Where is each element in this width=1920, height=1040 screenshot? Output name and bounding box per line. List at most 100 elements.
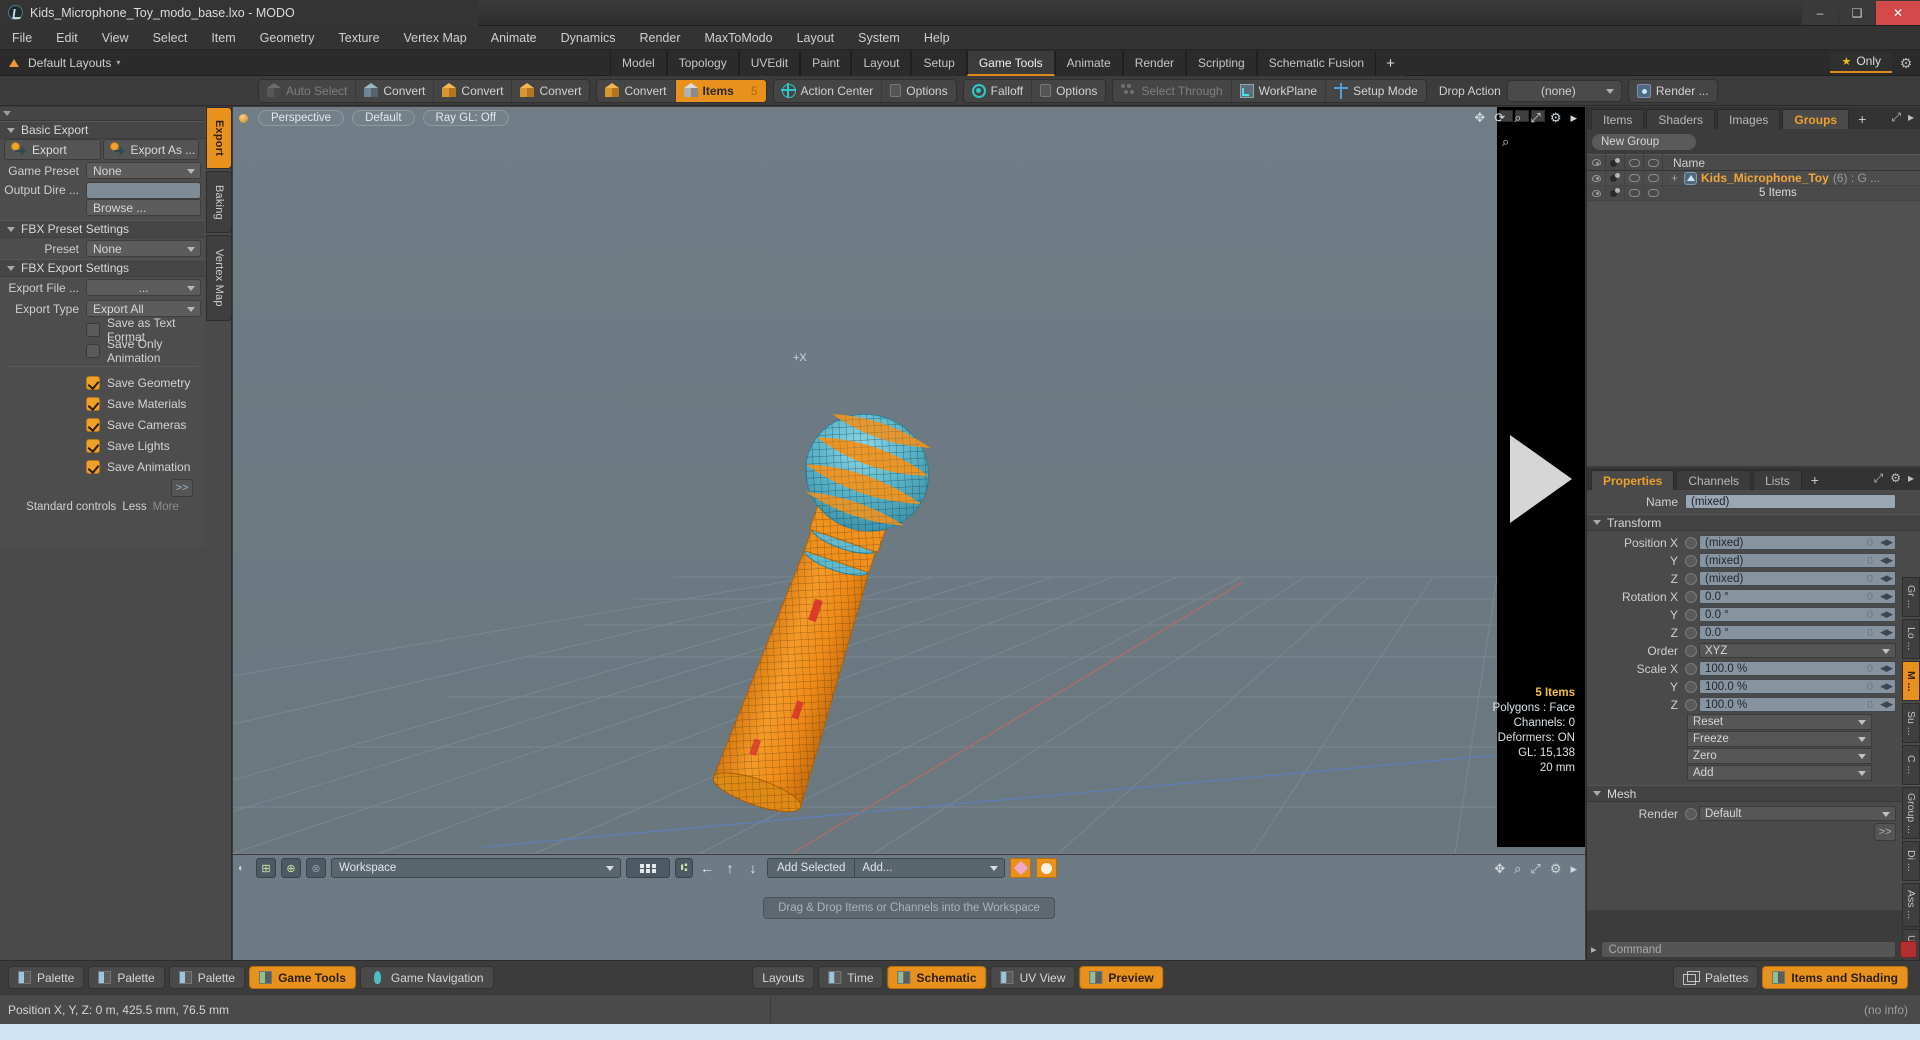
tab-lists[interactable]: Lists xyxy=(1753,470,1802,490)
rvtab-channels[interactable]: C ... xyxy=(1902,745,1920,785)
convert-edge-button[interactable]: Convert xyxy=(434,79,513,102)
spinner-icon[interactable]: ◀▶ xyxy=(1880,555,1893,566)
section-basic-export[interactable]: Basic Export xyxy=(0,121,205,139)
schematic-expand-icon[interactable]: ▸ xyxy=(1570,861,1577,877)
falloff-options-button[interactable]: Options xyxy=(1032,80,1105,102)
vtab-export[interactable]: Export xyxy=(206,107,232,169)
scale-z-input[interactable]: 100.0 % 0 ◀▶ xyxy=(1699,697,1896,712)
rvtab-locators[interactable]: Lo ... xyxy=(1902,619,1920,659)
move-viewport-icon[interactable]: ✥ xyxy=(1474,110,1485,126)
game-preset-dropdown[interactable]: None xyxy=(86,162,201,179)
row-shading-toggle[interactable] xyxy=(1606,185,1625,201)
tab-topology[interactable]: Topology xyxy=(666,50,739,76)
circle-toggle-button[interactable] xyxy=(1036,858,1058,878)
add-link-icon[interactable]: ⊗ xyxy=(306,858,326,878)
schematic-zoom-icon[interactable]: ⌕ xyxy=(1514,861,1521,877)
position-x-radio[interactable] xyxy=(1685,536,1697,549)
order-radio[interactable] xyxy=(1685,644,1697,657)
reset-dropdown[interactable]: Reset xyxy=(1687,714,1872,730)
rotation-y-input[interactable]: 0.0 ° 0 ◀▶ xyxy=(1699,607,1896,622)
panel-collapse-bar[interactable] xyxy=(0,107,205,121)
add-panel-tab-button[interactable]: + xyxy=(1851,109,1873,129)
name-input[interactable]: (mixed) xyxy=(1685,494,1896,509)
row-wireframe-toggle[interactable] xyxy=(1625,170,1644,186)
tab-schematic-fusion[interactable]: Schematic Fusion xyxy=(1256,50,1377,76)
convert-material-button[interactable]: Convert xyxy=(597,79,676,102)
row-wireframe-toggle[interactable] xyxy=(1625,185,1644,201)
menu-texture[interactable]: Texture xyxy=(327,26,392,50)
zero-dropdown[interactable]: Zero xyxy=(1687,748,1872,764)
spinner-icon[interactable]: ◀▶ xyxy=(1880,681,1893,692)
render-button[interactable]: Render ... xyxy=(1629,80,1717,102)
maximize-button[interactable]: ❑ xyxy=(1839,1,1875,25)
arrow-down-icon[interactable]: ↓ xyxy=(744,858,762,878)
position-y-input[interactable]: (mixed) 0 ◀▶ xyxy=(1699,553,1896,568)
layouts-button[interactable]: Layouts xyxy=(752,966,815,989)
export-button[interactable]: Export xyxy=(4,139,101,160)
tab-groups[interactable]: Groups xyxy=(1782,109,1850,129)
preview-zoom-icon[interactable]: ⌕ xyxy=(1502,134,1509,150)
tab-items[interactable]: Items xyxy=(1591,109,1645,129)
items-mode-button[interactable]: Items 5 xyxy=(675,79,766,102)
section-transform[interactable]: Transform xyxy=(1587,514,1920,531)
tab-shaders[interactable]: Shaders xyxy=(1646,109,1716,129)
row-visibility-toggle[interactable] xyxy=(1587,185,1606,201)
tab-setup[interactable]: Setup xyxy=(911,50,967,76)
spinner-icon[interactable]: ◀▶ xyxy=(1880,627,1893,638)
scale-x-radio[interactable] xyxy=(1685,662,1697,675)
position-z-radio[interactable] xyxy=(1685,572,1697,585)
viewport-menu-dot-icon[interactable] xyxy=(239,113,248,123)
tab-model[interactable]: Model xyxy=(610,50,667,76)
palette-button-2[interactable]: Palette xyxy=(88,966,165,989)
menu-select[interactable]: Select xyxy=(141,26,200,50)
scale-x-input[interactable]: 100.0 % 0 ◀▶ xyxy=(1699,661,1896,676)
scale-y-input[interactable]: 100.0 % 0 ◀▶ xyxy=(1699,679,1896,694)
row-lock-toggle[interactable] xyxy=(1644,185,1663,201)
properties-menu-icon[interactable]: ▸ xyxy=(1908,471,1914,486)
spinner-icon[interactable]: ◀▶ xyxy=(1880,663,1893,674)
spinner-icon[interactable]: ◀▶ xyxy=(1880,573,1893,584)
add-properties-tab-button[interactable]: + xyxy=(1804,470,1826,490)
position-z-input[interactable]: (mixed) 0 ◀▶ xyxy=(1699,571,1896,586)
properties-expand-icon[interactable]: ⤢ xyxy=(1874,471,1884,486)
falloff-button[interactable]: Falloff xyxy=(964,79,1033,102)
menu-system[interactable]: System xyxy=(846,26,912,50)
table-row[interactable]: + Kids_Microphone_Toy (6) : G ... xyxy=(1587,170,1920,186)
checkbox-save-animation[interactable]: Save Animation xyxy=(0,456,205,477)
mesh-expand-button[interactable]: >> xyxy=(1874,822,1896,841)
spinner-icon[interactable]: ◀▶ xyxy=(1880,699,1893,710)
tab-game-tools[interactable]: Game Tools xyxy=(966,50,1055,76)
rvtab-groups[interactable]: Gr ... xyxy=(1902,577,1920,617)
rvtab-assembly[interactable]: Ass ... xyxy=(1902,883,1920,927)
add-selected-button[interactable]: Add Selected xyxy=(767,858,856,878)
menu-edit[interactable]: Edit xyxy=(44,26,90,50)
scale-y-radio[interactable] xyxy=(1685,680,1697,693)
palette-button-1[interactable]: Palette xyxy=(8,966,85,989)
tab-scripting[interactable]: Scripting xyxy=(1186,50,1257,76)
workplane-button[interactable]: WorkPlane xyxy=(1232,79,1327,102)
panel-expand-icon[interactable]: ⤢ xyxy=(1891,110,1901,125)
convert-vertex-button[interactable]: Convert xyxy=(356,79,435,102)
menu-vertex-map[interactable]: Vertex Map xyxy=(392,26,479,50)
command-stop-button[interactable] xyxy=(1900,941,1917,958)
checkbox-save-cameras[interactable]: Save Cameras xyxy=(0,414,205,435)
new-group-button[interactable]: New Group xyxy=(1591,133,1697,151)
rotation-x-input[interactable]: 0.0 ° 0 ◀▶ xyxy=(1699,589,1896,604)
menu-maxtomodo[interactable]: MaxToModo xyxy=(693,26,785,50)
3d-viewport[interactable]: +X Perspective Default Ray GL: Off ✥ ⟳ ⌕… xyxy=(233,107,1585,854)
viewport-settings-icon[interactable]: ⚙ xyxy=(1550,110,1562,126)
viewport-expand-icon[interactable]: ▸ xyxy=(1570,110,1577,126)
section-fbx-preset-settings[interactable]: FBX Preset Settings xyxy=(0,220,205,238)
command-input[interactable]: Command xyxy=(1600,941,1896,958)
schematic-menu-icon[interactable]: ◖ xyxy=(237,863,251,874)
rotation-x-radio[interactable] xyxy=(1685,590,1697,603)
export-as-button[interactable]: Export As ... xyxy=(102,139,199,160)
group-item-label[interactable]: + Kids_Microphone_Toy (6) : G ... xyxy=(1663,171,1880,185)
items-and-shading-button[interactable]: Items and Shading xyxy=(1762,966,1908,989)
tab-render[interactable]: Render xyxy=(1122,50,1187,76)
tab-images[interactable]: Images xyxy=(1717,109,1781,129)
add-layout-tab-button[interactable]: + xyxy=(1376,50,1405,76)
drop-action-dropdown[interactable]: (none) xyxy=(1506,79,1622,102)
preview-button[interactable]: Preview xyxy=(1079,966,1164,989)
rvtab-surface[interactable]: Su ... xyxy=(1902,703,1920,743)
